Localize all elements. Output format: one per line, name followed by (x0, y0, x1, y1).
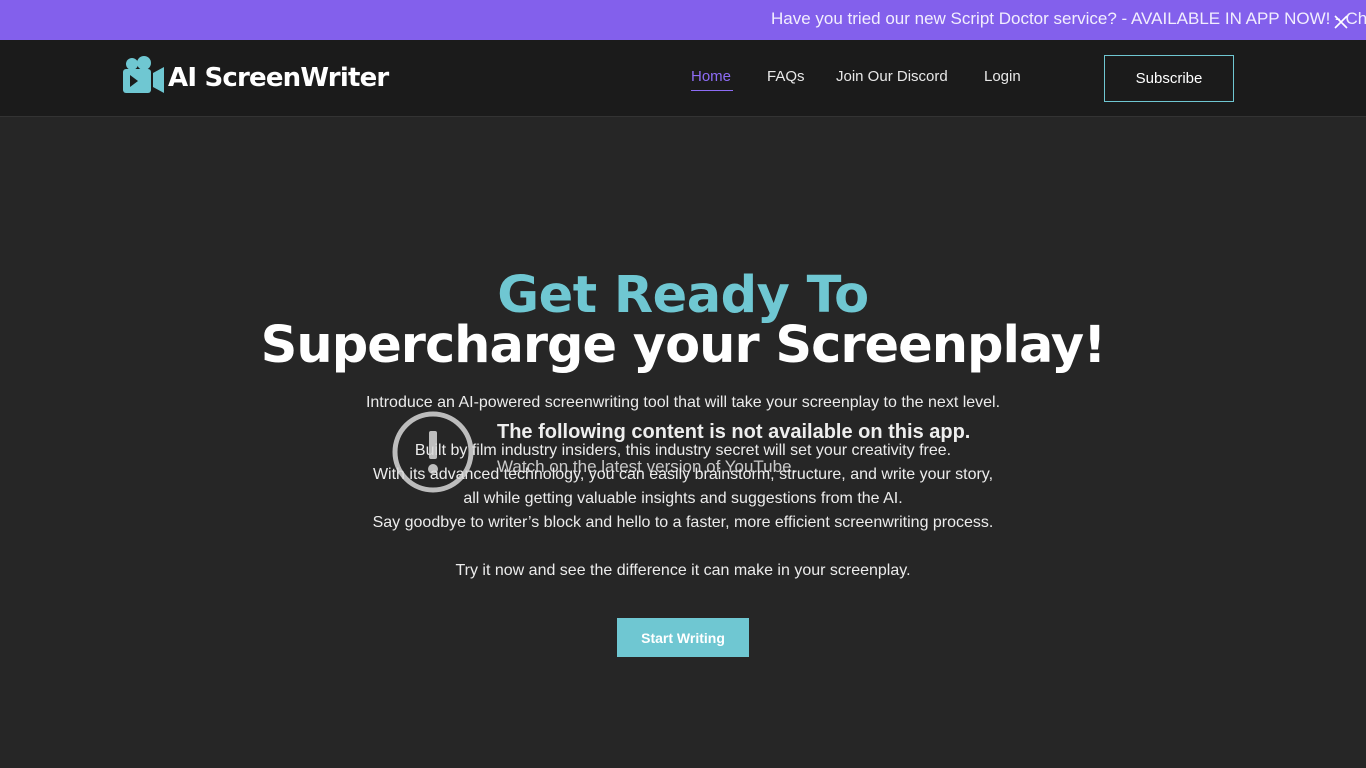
hero-paragraph: Try it now and see the difference it can… (455, 562, 911, 579)
hero-title-line2: Supercharge your Screenplay! (260, 316, 1107, 375)
nav-login[interactable]: Login (984, 68, 1021, 85)
nav-faqs[interactable]: FAQs (767, 68, 805, 85)
announcement-bar: Have you tried our new Script Doctor ser… (0, 0, 1366, 40)
hero-paragraph: all while getting valuable insights and … (463, 490, 903, 507)
start-writing-button[interactable]: Start Writing (617, 618, 749, 657)
logo-text: AI ScreenWriter (168, 63, 389, 93)
alert-icon (392, 411, 474, 493)
announcement-text[interactable]: Have you tried our new Script Doctor ser… (771, 9, 1366, 29)
video-unavailable-subtext[interactable]: Watch on the latest version of YouTube. (497, 457, 796, 477)
close-icon[interactable] (1333, 14, 1349, 30)
hero-paragraph: Introduce an AI-powered screenwriting to… (365, 394, 1001, 411)
site-header: AI ScreenWriter Home FAQs Join Our Disco… (0, 40, 1366, 117)
film-camera-icon (122, 55, 166, 95)
subscribe-button[interactable]: Subscribe (1104, 55, 1234, 102)
video-unavailable-message: The following content is not available o… (497, 421, 971, 443)
nav-active-underline (691, 90, 733, 91)
nav-join-discord[interactable]: Join Our Discord (836, 68, 948, 85)
nav-home[interactable]: Home (691, 68, 731, 85)
hero-paragraph: Say goodbye to writer’s block and hello … (372, 514, 994, 531)
